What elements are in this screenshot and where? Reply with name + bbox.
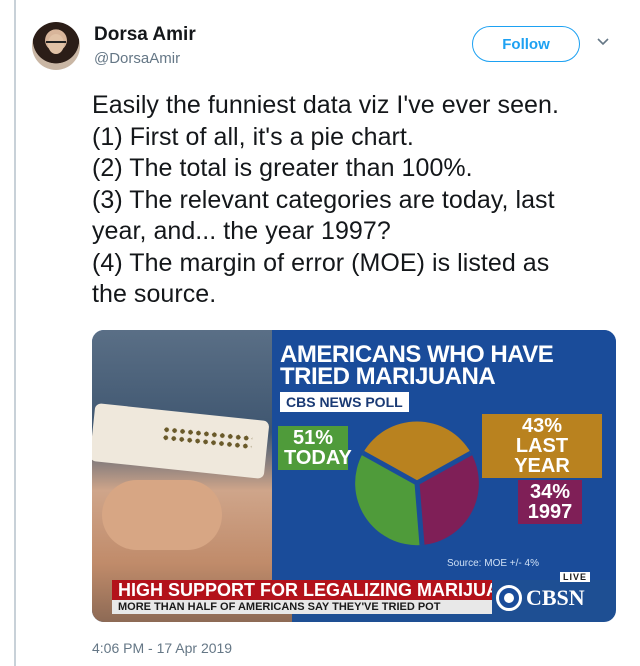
chevron-down-icon[interactable] — [596, 34, 610, 48]
graphic-headline: AMERICANS WHO HAVE TRIED MARIJUANA — [280, 343, 610, 390]
chart-source: Source: MOE +/- 4% — [447, 558, 539, 569]
network-logo: CBSN — [496, 582, 585, 614]
news-ticker: LIVE HIGH SUPPORT FOR LEGALIZING MARIJUA… — [112, 572, 616, 616]
marijuana-joint-photo — [92, 330, 292, 622]
label-today-name: TODAY — [284, 447, 352, 469]
label-1997: 34% 1997 — [518, 480, 582, 524]
ticker-sub: MORE THAN HALF OF AMERICANS SAY THEY'VE … — [112, 600, 492, 614]
label-today: 51% TODAY — [278, 426, 352, 470]
tweet-timestamp[interactable]: 4:06 PM - 17 Apr 2019 — [92, 640, 232, 656]
label-1997-pct: 34% — [529, 481, 571, 503]
network-name: CBSN — [526, 585, 585, 610]
follow-button[interactable]: Follow — [472, 26, 580, 62]
label-last-pct: 43% — [521, 415, 563, 437]
tweet-line: (2) The total is greater than 100%. — [92, 154, 473, 182]
tweet-header: Dorsa Amir @DorsaAmir Follow — [28, 20, 624, 76]
cbs-eye-icon — [496, 585, 522, 611]
label-last-year: 43% LAST YEAR — [482, 414, 602, 478]
thread-rule — [14, 0, 16, 666]
pie-chart — [355, 421, 479, 546]
tweet-line: Easily the funniest data viz I've ever s… — [92, 91, 559, 119]
avatar[interactable] — [32, 22, 80, 70]
ticker-main: HIGH SUPPORT FOR LEGALIZING MARIJUANA — [112, 580, 492, 600]
label-today-pct: 51% — [292, 427, 334, 449]
tweet-line: (4) The margin of error (MOE) is listed … — [92, 248, 550, 277]
label-last-name: LAST YEAR — [514, 435, 570, 477]
tweet-line: year, and... the year 1997? — [92, 217, 391, 245]
avatar-glasses — [46, 41, 66, 45]
tweet-media-image[interactable]: AMERICANS WHO HAVE TRIED MARIJUANA CBS N… — [92, 330, 616, 622]
thumb — [102, 480, 222, 550]
graphic-panel: AMERICANS WHO HAVE TRIED MARIJUANA CBS N… — [272, 330, 616, 580]
user-handle[interactable]: @DorsaAmir — [94, 50, 180, 67]
tweet-line: (1) First of all, it's a pie chart. — [92, 122, 414, 151]
headline-line: TRIED MARIJUANA — [280, 363, 496, 390]
tweet-line: (3) The relevant categories are today, l… — [92, 185, 555, 214]
label-1997-name: 1997 — [527, 501, 573, 523]
live-badge: LIVE — [560, 572, 591, 582]
poll-tag: CBS NEWS POLL — [280, 392, 409, 412]
tweet-text: Easily the funniest data viz I've ever s… — [92, 90, 622, 311]
tweet-line: the source. — [92, 280, 217, 308]
display-name[interactable]: Dorsa Amir — [94, 24, 196, 46]
